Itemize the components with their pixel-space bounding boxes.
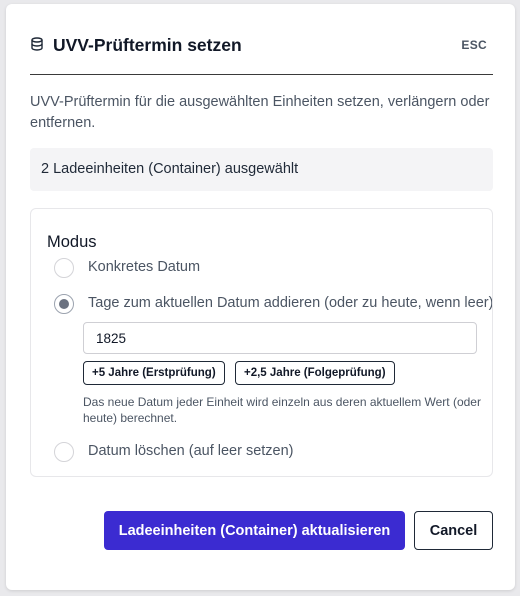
cancel-button[interactable]: Cancel (414, 511, 493, 550)
add-2-5-years-button[interactable]: +2,5 Jahre (Folgeprüfung) (235, 361, 395, 385)
radio-option-clear-date[interactable]: Datum löschen (auf leer setzen) (54, 442, 492, 462)
radio-button[interactable] (54, 258, 74, 278)
mode-title: Modus (47, 233, 97, 251)
dialog-description: UVV-Prüftermin für die ausgewählten Einh… (30, 94, 490, 131)
dialog-header: UVV-Prüftermin setzen ESC (30, 34, 493, 74)
selection-summary: 2 Ladeeinheiten (Container) ausgewählt (30, 148, 493, 191)
radio-option-add-days[interactable]: Tage zum aktuellen Datum addieren (oder … (54, 294, 493, 314)
days-input[interactable] (83, 322, 477, 354)
radio-option-concrete-date[interactable]: Konkretes Datum (54, 258, 492, 278)
add-5-years-button[interactable]: +5 Jahre (Erstprüfung) (83, 361, 225, 385)
header-divider (30, 74, 493, 75)
database-icon (30, 37, 44, 51)
radio-label: Tage zum aktuellen Datum addieren (oder … (88, 295, 493, 311)
esc-close-button[interactable]: ESC (461, 38, 487, 52)
dialog-title: UVV-Prüftermin setzen (53, 35, 242, 55)
radio-button[interactable] (54, 442, 74, 462)
radio-label: Konkretes Datum (88, 259, 201, 275)
selection-text: 2 Ladeeinheiten (Container) ausgewählt (41, 161, 299, 177)
update-units-button[interactable]: Ladeeinheiten (Container) aktualisieren (104, 511, 405, 550)
hint-text: Das neue Datum jeder Einheit wird einzel… (83, 395, 481, 425)
radio-label: Datum löschen (auf leer setzen) (88, 443, 294, 459)
dialog: UVV-Prüftermin setzen ESC UVV-Prüftermin… (6, 4, 515, 590)
mode-panel: Modus Konkretes Datum Tage zum aktuellen… (30, 208, 493, 477)
radio-button-selected[interactable] (54, 294, 74, 314)
